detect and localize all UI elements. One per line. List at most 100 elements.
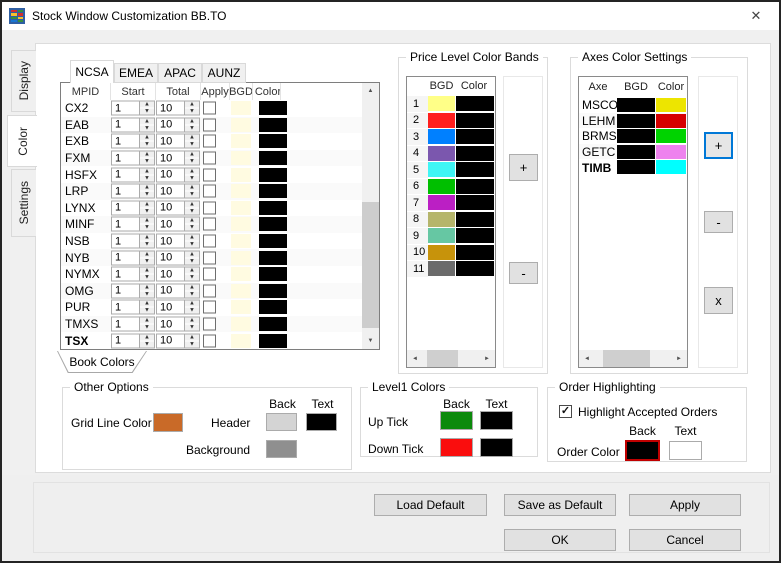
start-spinner-value[interactable]: 1 — [111, 283, 140, 298]
header-text-swatch[interactable] — [306, 413, 337, 431]
axe-color-swatch[interactable] — [656, 160, 686, 174]
axe-color-swatch[interactable] — [656, 129, 686, 143]
price-color-swatch[interactable] — [456, 162, 494, 177]
price-color-swatch[interactable] — [456, 195, 494, 210]
start-spinner-down-icon[interactable]: ▼ — [140, 142, 154, 148]
total-spinner-down-icon[interactable]: ▼ — [185, 175, 199, 181]
total-spinner-value[interactable]: 10 — [156, 217, 185, 232]
side-tab-color[interactable]: Color — [7, 115, 37, 167]
total-spinner-up-icon[interactable]: ▲ — [185, 251, 199, 258]
color-swatch[interactable] — [259, 118, 287, 132]
price-color-swatch[interactable] — [456, 96, 494, 111]
start-spinner-value[interactable]: 1 — [111, 300, 140, 315]
price-remove-button[interactable]: - — [509, 262, 538, 284]
total-spinner-value[interactable]: 10 — [156, 117, 185, 132]
total-spinner-up-icon[interactable]: ▲ — [185, 152, 199, 159]
axes-remove-button[interactable]: - — [704, 211, 733, 233]
apply-checkbox[interactable] — [203, 251, 216, 264]
start-spinner-up-icon[interactable]: ▲ — [140, 251, 154, 258]
price-bgd-swatch[interactable] — [428, 179, 455, 194]
total-spinner-down-icon[interactable]: ▼ — [185, 291, 199, 297]
ok-button[interactable]: OK — [504, 529, 616, 551]
total-spinner-value[interactable]: 10 — [156, 134, 185, 149]
bgd-swatch[interactable] — [231, 101, 251, 115]
order-back-swatch[interactable] — [625, 440, 660, 461]
color-swatch[interactable] — [259, 317, 287, 331]
load-default-button[interactable]: Load Default — [374, 494, 487, 516]
bgd-swatch[interactable] — [231, 118, 251, 132]
total-spinner-up-icon[interactable]: ▲ — [185, 218, 199, 225]
bgd-swatch[interactable] — [231, 201, 251, 215]
axe-bgd-swatch[interactable] — [617, 129, 655, 143]
color-swatch[interactable] — [259, 267, 287, 281]
price-color-swatch[interactable] — [456, 179, 494, 194]
start-spinner-value[interactable]: 1 — [111, 317, 140, 332]
total-spinner-value[interactable]: 10 — [156, 200, 185, 215]
bgd-swatch[interactable] — [231, 300, 251, 314]
start-spinner-value[interactable]: 1 — [111, 250, 140, 265]
scroll-right-icon[interactable]: ► — [671, 350, 687, 367]
color-swatch[interactable] — [259, 134, 287, 148]
total-spinner-down-icon[interactable]: ▼ — [185, 258, 199, 264]
start-spinner-up-icon[interactable]: ▲ — [140, 102, 154, 109]
total-spinner-down-icon[interactable]: ▼ — [185, 242, 199, 248]
total-spinner-up-icon[interactable]: ▲ — [185, 284, 199, 291]
start-spinner-down-icon[interactable]: ▼ — [140, 308, 154, 314]
total-spinner-value[interactable]: 10 — [156, 300, 185, 315]
bgd-swatch[interactable] — [231, 134, 251, 148]
bgd-swatch[interactable] — [231, 168, 251, 182]
cancel-button[interactable]: Cancel — [629, 529, 741, 551]
apply-checkbox[interactable] — [203, 152, 216, 165]
start-spinner-down-icon[interactable]: ▼ — [140, 341, 154, 347]
scroll-left-icon[interactable]: ◄ — [407, 350, 423, 367]
apply-checkbox[interactable] — [203, 235, 216, 248]
start-spinner-down-icon[interactable]: ▼ — [140, 258, 154, 264]
bgd-swatch[interactable] — [231, 251, 251, 265]
total-spinner-down-icon[interactable]: ▼ — [185, 325, 199, 331]
book-table-scrollbar[interactable]: ▲ ▼ — [362, 83, 379, 349]
bgd-swatch[interactable] — [231, 217, 251, 231]
start-spinner-down-icon[interactable]: ▼ — [140, 242, 154, 248]
start-spinner-down-icon[interactable]: ▼ — [140, 125, 154, 131]
total-spinner-down-icon[interactable]: ▼ — [185, 159, 199, 165]
total-spinner-value[interactable]: 10 — [156, 151, 185, 166]
axe-bgd-swatch[interactable] — [617, 114, 655, 128]
book-colors-tab[interactable]: Book Colors — [57, 351, 147, 373]
axe-color-swatch[interactable] — [656, 98, 686, 112]
apply-checkbox[interactable] — [203, 118, 216, 131]
total-spinner-up-icon[interactable]: ▲ — [185, 118, 199, 125]
total-spinner-up-icon[interactable]: ▲ — [185, 268, 199, 275]
up-tick-text-swatch[interactable] — [480, 411, 513, 430]
start-spinner-up-icon[interactable]: ▲ — [140, 201, 154, 208]
grid-line-color-swatch[interactable] — [153, 413, 183, 432]
total-spinner-value[interactable]: 10 — [156, 250, 185, 265]
axes-delete-button[interactable]: x — [704, 287, 733, 314]
total-spinner-down-icon[interactable]: ▼ — [185, 275, 199, 281]
start-spinner-down-icon[interactable]: ▼ — [140, 208, 154, 214]
tab-aunz[interactable]: AUNZ — [202, 63, 246, 83]
color-swatch[interactable] — [259, 217, 287, 231]
book-table-scroll-thumb[interactable] — [362, 202, 379, 328]
price-color-swatch[interactable] — [456, 228, 494, 243]
apply-checkbox[interactable] — [203, 334, 216, 347]
start-spinner-down-icon[interactable]: ▼ — [140, 175, 154, 181]
down-tick-back-swatch[interactable] — [440, 438, 473, 457]
start-spinner-down-icon[interactable]: ▼ — [140, 159, 154, 165]
down-tick-text-swatch[interactable] — [480, 438, 513, 457]
total-spinner-down-icon[interactable]: ▼ — [185, 192, 199, 198]
start-spinner-up-icon[interactable]: ▲ — [140, 152, 154, 159]
start-spinner-up-icon[interactable]: ▲ — [140, 268, 154, 275]
start-spinner-value[interactable]: 1 — [111, 167, 140, 182]
axes-add-button[interactable]: + — [704, 132, 733, 159]
bgd-swatch[interactable] — [231, 184, 251, 198]
apply-button[interactable]: Apply — [629, 494, 741, 516]
apply-checkbox[interactable] — [203, 268, 216, 281]
price-bgd-swatch[interactable] — [428, 261, 455, 276]
color-swatch[interactable] — [259, 201, 287, 215]
start-spinner-up-icon[interactable]: ▲ — [140, 135, 154, 142]
up-tick-back-swatch[interactable] — [440, 411, 473, 430]
axes-scrollbar[interactable]: ◄ ► — [579, 350, 687, 367]
start-spinner-down-icon[interactable]: ▼ — [140, 225, 154, 231]
start-spinner-value[interactable]: 1 — [111, 200, 140, 215]
price-color-swatch[interactable] — [456, 245, 494, 260]
